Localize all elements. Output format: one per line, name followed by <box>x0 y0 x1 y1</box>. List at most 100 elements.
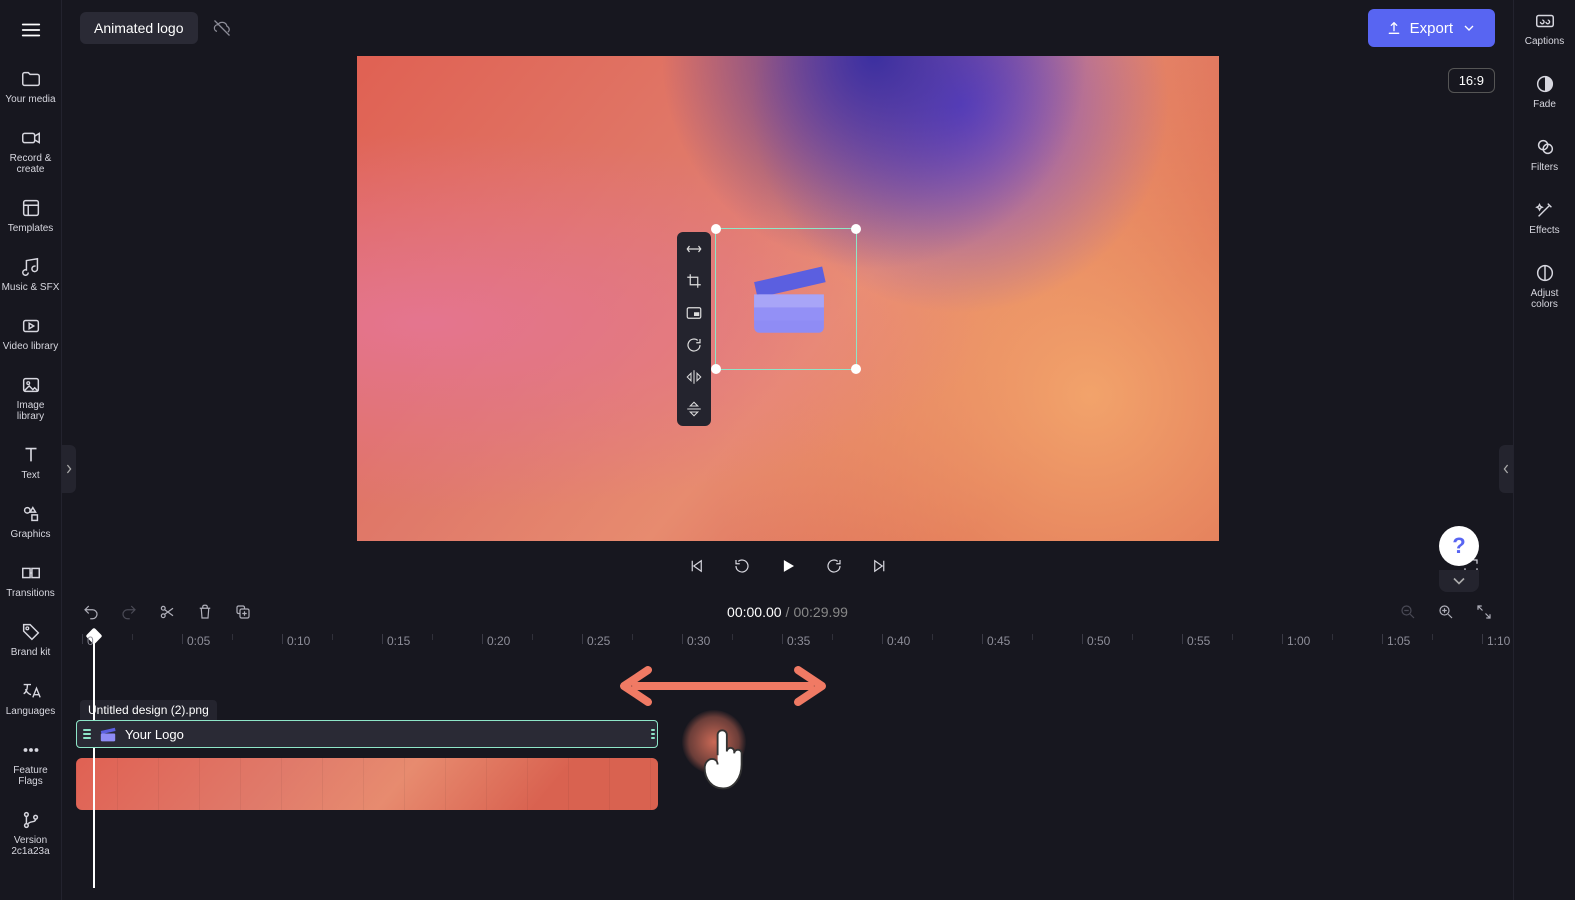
timeline-ruler[interactable]: 0 0:05 0:10 0:15 0:20 0:25 0:30 0:35 0:4… <box>76 634 1513 658</box>
cloud-off-icon <box>212 18 232 38</box>
flip-vertical-icon <box>685 400 703 418</box>
resize-handle[interactable] <box>711 224 721 234</box>
zoom-out-button[interactable] <box>1397 601 1419 623</box>
right-item-effects[interactable]: Effects <box>1516 199 1574 236</box>
redo-button[interactable] <box>118 601 140 623</box>
sidebar-label: Transitions <box>6 588 55 599</box>
zoom-in-icon <box>1437 603 1455 621</box>
skip-end-button[interactable] <box>868 554 892 578</box>
export-button[interactable]: Export <box>1368 9 1495 47</box>
zoom-fit-icon <box>1475 603 1493 621</box>
chevron-right-icon <box>65 463 73 475</box>
sidebar-item-music-sfx[interactable]: Music & SFX <box>2 256 60 293</box>
aspect-ratio-chip[interactable]: 16:9 <box>1448 68 1495 93</box>
playhead-line <box>93 642 95 888</box>
adjust-colors-icon <box>1534 262 1556 284</box>
flip-vertical-button[interactable] <box>683 398 705 420</box>
help-button[interactable]: ? <box>1439 526 1479 566</box>
resize-handle[interactable] <box>851 364 861 374</box>
cloud-sync-status[interactable] <box>210 16 234 40</box>
ruler-tick: 0:25 <box>582 634 610 644</box>
ruler-tick: 1:10 <box>1482 634 1510 644</box>
video-library-icon <box>20 315 42 337</box>
logo-preview-icon <box>745 256 833 338</box>
skip-start-icon <box>687 557 705 575</box>
timeline-toolbar: 00:00.00/00:29.99 <box>62 590 1513 634</box>
resize-handle[interactable] <box>711 364 721 374</box>
sidebar-item-languages[interactable]: Languages <box>2 680 60 717</box>
timeline: 0 0:05 0:10 0:15 0:20 0:25 0:30 0:35 0:4… <box>62 634 1513 900</box>
text-icon <box>20 444 42 466</box>
sidebar-item-text[interactable]: Text <box>2 444 60 481</box>
zoom-fit-button[interactable] <box>1473 601 1495 623</box>
clip-left-trim-handle[interactable] <box>83 729 91 739</box>
ellipsis-icon <box>20 739 42 761</box>
sidebar-expand-button[interactable] <box>62 445 76 493</box>
fit-width-button[interactable] <box>683 238 705 260</box>
right-sidebar: Captions Fade Filters Effects Adjust col… <box>1513 0 1575 900</box>
rewind-10-button[interactable] <box>730 554 754 578</box>
clip-right-trim-handle[interactable] <box>649 721 657 747</box>
ruler-tick: 0:20 <box>482 634 510 644</box>
timecode-current: 00:00.00 <box>727 604 782 620</box>
undo-button[interactable] <box>80 601 102 623</box>
zoom-out-icon <box>1399 603 1417 621</box>
ruler-tick: 0:55 <box>1182 634 1210 644</box>
scissors-icon <box>158 603 176 621</box>
delete-button[interactable] <box>194 601 216 623</box>
forward-10-button[interactable] <box>822 554 846 578</box>
sidebar-item-video-library[interactable]: Video library <box>2 315 60 352</box>
sidebar-label: Languages <box>6 706 56 717</box>
ruler-tick: 0:35 <box>782 634 810 644</box>
element-toolbar <box>677 232 711 426</box>
sidebar-item-brand-kit[interactable]: Brand kit <box>2 621 60 658</box>
sidebar-item-graphics[interactable]: Graphics <box>2 503 60 540</box>
ruler-tick: 0:15 <box>382 634 410 644</box>
play-button[interactable] <box>776 554 800 578</box>
right-item-fade[interactable]: Fade <box>1516 73 1574 110</box>
tag-icon <box>20 621 42 643</box>
ruler-tick: 0:05 <box>182 634 210 644</box>
ruler-tick: 1:05 <box>1382 634 1410 644</box>
rightbar-collapse-button[interactable] <box>1499 445 1513 493</box>
ruler-tick: 0:50 <box>1082 634 1110 644</box>
play-icon <box>779 557 797 575</box>
sidebar-item-image-library[interactable]: Image library <box>2 374 60 422</box>
undo-icon <box>82 603 100 621</box>
sidebar-item-record-create[interactable]: Record & create <box>2 127 60 175</box>
duplicate-button[interactable] <box>232 601 254 623</box>
flip-horizontal-button[interactable] <box>683 366 705 388</box>
sidebar-item-version[interactable]: Version 2c1a23a <box>2 809 60 857</box>
project-title[interactable]: Animated logo <box>80 12 198 44</box>
preview-area: 16:9 <box>62 56 1513 590</box>
menu-button[interactable] <box>11 10 51 50</box>
right-label: Filters <box>1531 162 1558 173</box>
rotate-button[interactable] <box>683 334 705 356</box>
resize-handle[interactable] <box>851 224 861 234</box>
sidebar-label: Video library <box>3 341 58 352</box>
skip-end-icon <box>871 557 889 575</box>
right-item-filters[interactable]: Filters <box>1516 136 1574 173</box>
pip-button[interactable] <box>683 302 705 324</box>
timeline-clip-video[interactable] <box>76 758 658 810</box>
crop-icon <box>685 272 703 290</box>
sidebar-item-your-media[interactable]: Your media <box>2 68 60 105</box>
skip-start-button[interactable] <box>684 554 708 578</box>
right-item-captions[interactable]: Captions <box>1516 10 1574 47</box>
sidebar-item-transitions[interactable]: Transitions <box>2 562 60 599</box>
transitions-icon <box>20 562 42 584</box>
sidebar-label: Record & create <box>10 153 52 175</box>
captions-icon <box>1534 10 1556 32</box>
sidebar-item-feature-flags[interactable]: Feature Flags <box>2 739 60 787</box>
zoom-in-button[interactable] <box>1435 601 1457 623</box>
filters-icon <box>1534 136 1556 158</box>
help-collapse-button[interactable] <box>1439 570 1479 592</box>
crop-button[interactable] <box>683 270 705 292</box>
right-item-adjust-colors[interactable]: Adjust colors <box>1516 262 1574 310</box>
preview-canvas[interactable] <box>357 56 1219 541</box>
sidebar-item-templates[interactable]: Templates <box>2 197 60 234</box>
zoom-controls <box>1397 601 1495 623</box>
split-button[interactable] <box>156 601 178 623</box>
sidebar-label: Graphics <box>10 529 50 540</box>
timeline-clip-logo[interactable]: Your Logo <box>76 720 658 748</box>
